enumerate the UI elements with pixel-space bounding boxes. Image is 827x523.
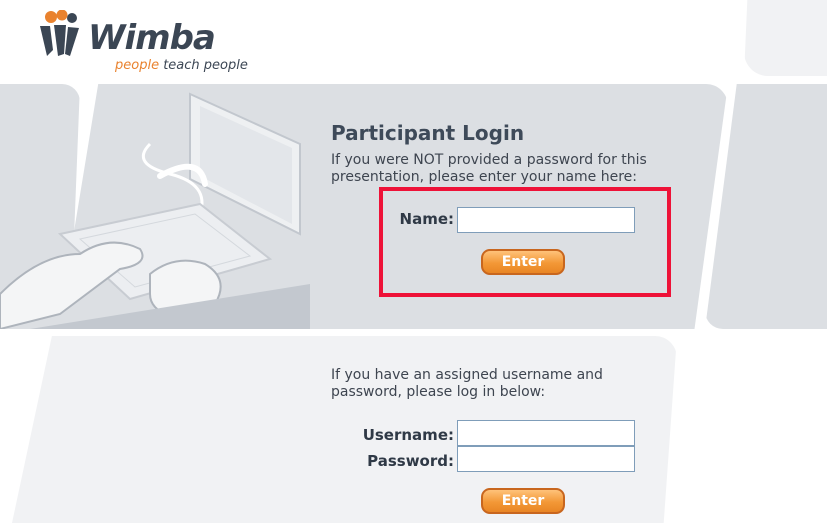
tagline-highlight: people [115, 58, 160, 73]
top-right-decoration [744, 0, 827, 76]
member-enter-button[interactable]: Enter [481, 488, 565, 514]
wimba-logo: Wimba people teach people [36, 8, 256, 78]
password-label: Password: [367, 452, 454, 470]
username-input[interactable] [457, 420, 635, 446]
people-figure-icon [40, 10, 79, 56]
password-input[interactable] [457, 446, 635, 472]
member-login-description-line1: If you have an assigned username and [331, 367, 603, 383]
wimba-wordmark: Wimba [88, 18, 216, 58]
username-label: Username: [362, 426, 454, 444]
computer-user-illustration [0, 84, 310, 329]
tagline-rest: teach people [159, 58, 248, 73]
member-login-description-line2: password, please log in below: [331, 384, 546, 400]
participant-login-title: Participant Login [331, 121, 525, 145]
right-gray-panel [705, 84, 827, 329]
highlight-box [379, 187, 671, 297]
participant-login-description-line2: presentation, please enter your name her… [331, 169, 637, 185]
logo-tagline: people teach people [115, 58, 248, 73]
participant-login-description-line1: If you were NOT provided a password for … [331, 152, 647, 168]
